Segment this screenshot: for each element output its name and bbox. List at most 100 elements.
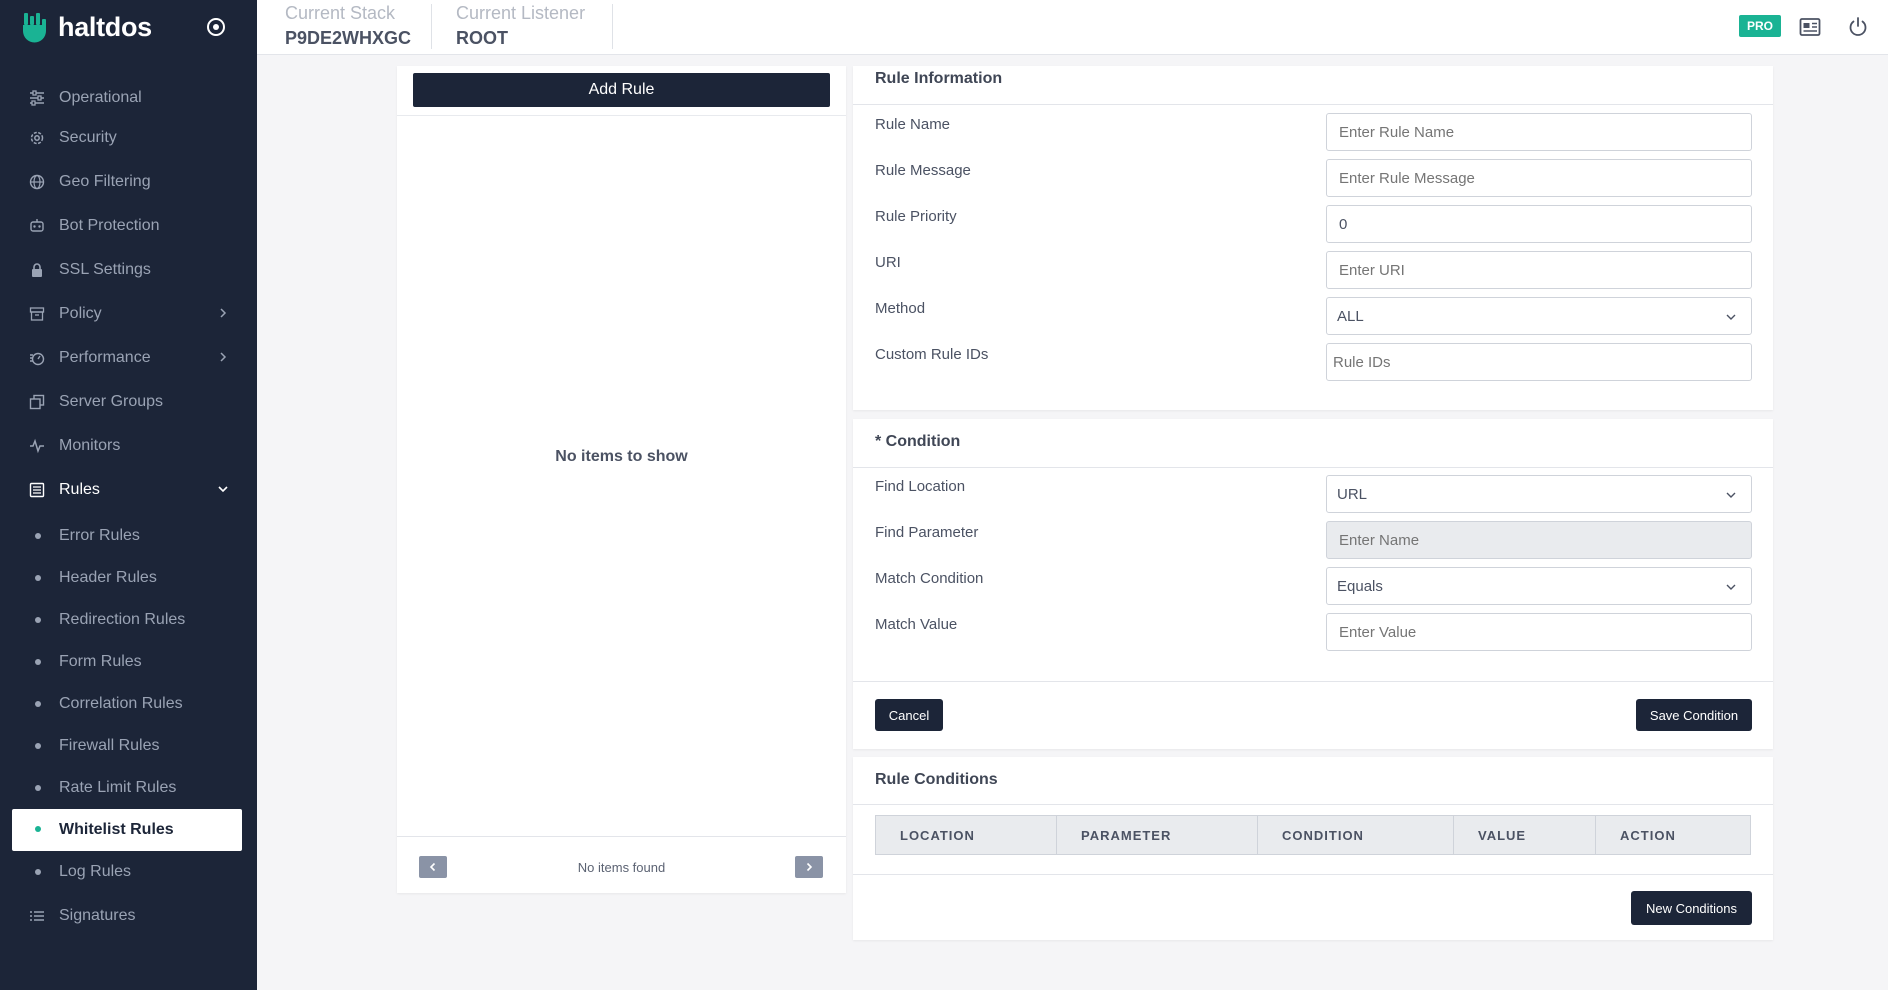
- uri-input[interactable]: [1326, 251, 1752, 289]
- sidebar-subitem-error-rules[interactable]: Error Rules: [0, 516, 257, 556]
- rules-list-panel: Add Rule No items to show No items found: [397, 66, 846, 893]
- sidebar-item-server-groups[interactable]: Server Groups: [0, 382, 257, 422]
- divider: [853, 874, 1773, 875]
- sidebar-item-bot-protection[interactable]: Bot Protection: [0, 206, 257, 246]
- divider: [853, 467, 1773, 468]
- bullet-icon: [35, 826, 41, 832]
- sidebar-subitem-label: Whitelist Rules: [59, 821, 174, 838]
- rule-conditions-card: Rule Conditions LOCATION PARAMETER CONDI…: [853, 757, 1773, 940]
- empty-state-text: No items to show: [555, 448, 688, 465]
- uri-label: URI: [875, 254, 901, 271]
- brand[interactable]: haltdos: [0, 0, 257, 55]
- chevron-down-icon: [1726, 492, 1736, 498]
- sidebar: haltdos Operational Security Geo Filteri…: [0, 0, 257, 990]
- custom-rule-ids-input[interactable]: [1326, 343, 1752, 381]
- sidebar-item-label: Signatures: [59, 907, 136, 924]
- rule-priority-input[interactable]: 0: [1326, 205, 1752, 243]
- column-header[interactable]: ACTION: [1596, 816, 1750, 854]
- sidebar-item-operational[interactable]: Operational: [0, 78, 257, 118]
- custom-rule-ids-label: Custom Rule IDs: [875, 346, 989, 363]
- sidebar-subitem-label: Firewall Rules: [59, 737, 160, 754]
- sidebar-item-security[interactable]: Security: [0, 118, 257, 158]
- archive-icon: [28, 305, 46, 323]
- current-stack-label: Current Stack: [285, 3, 396, 23]
- bullet-icon: [35, 785, 41, 791]
- card-title: Rule Information: [875, 70, 1003, 87]
- sidebar-item-geo-filtering[interactable]: Geo Filtering: [0, 162, 257, 202]
- sidebar-item-label: Bot Protection: [59, 217, 160, 234]
- method-label: Method: [875, 300, 926, 317]
- sidebar-item-label: SSL Settings: [59, 261, 151, 278]
- match-condition-select[interactable]: Equals: [1326, 567, 1752, 605]
- rule-name-label: Rule Name: [875, 116, 951, 133]
- power-icon[interactable]: [1847, 16, 1869, 38]
- sidebar-subitem-form-rules[interactable]: Form Rules: [0, 642, 257, 682]
- current-listener[interactable]: Current Listener ROOT: [456, 3, 585, 49]
- column-header[interactable]: PARAMETER: [1057, 816, 1258, 854]
- current-stack[interactable]: Current Stack P9DE2WHXGC: [285, 3, 411, 49]
- news-icon[interactable]: [1799, 16, 1821, 38]
- conditions-table-header: LOCATION PARAMETER CONDITION VALUE ACTIO…: [875, 815, 1751, 855]
- sidebar-subitem-correlation-rules[interactable]: Correlation Rules: [0, 684, 257, 724]
- column-header[interactable]: CONDITION: [1258, 816, 1454, 854]
- method-select-value: ALL: [1337, 307, 1364, 325]
- find-location-value: URL: [1337, 485, 1368, 503]
- sidebar-item-label: Server Groups: [59, 393, 164, 410]
- header-divider: [612, 4, 613, 49]
- sidebar-item-performance[interactable]: Performance: [0, 338, 257, 378]
- add-rule-button[interactable]: Add Rule: [413, 73, 830, 107]
- rule-message-input[interactable]: [1326, 159, 1752, 197]
- chevron-right-icon: [806, 862, 813, 872]
- sidebar-subitem-firewall-rules[interactable]: Firewall Rules: [0, 726, 257, 766]
- settings-circle-icon[interactable]: [206, 17, 226, 37]
- sidebar-subitem-header-rules[interactable]: Header Rules: [0, 558, 257, 598]
- bullet-icon: [35, 617, 41, 623]
- sidebar-item-signatures[interactable]: Signatures: [0, 896, 257, 936]
- rule-priority-label: Rule Priority: [875, 208, 957, 225]
- column-header[interactable]: LOCATION: [876, 816, 1057, 854]
- current-listener-value: ROOT: [456, 28, 508, 48]
- top-header: Current Stack P9DE2WHXGC Current Listene…: [257, 0, 1888, 55]
- divider: [397, 115, 846, 116]
- match-condition-value: Equals: [1337, 577, 1383, 595]
- pulse-icon: [28, 437, 46, 455]
- rule-message-label: Rule Message: [875, 162, 971, 179]
- sidebar-subitem-label: Log Rules: [59, 863, 132, 880]
- sidebar-subitem-redirection-rules[interactable]: Redirection Rules: [0, 600, 257, 640]
- haltdos-logo-icon: [23, 12, 46, 42]
- next-page-button[interactable]: [795, 856, 823, 878]
- sidebar-subitem-log-rules[interactable]: Log Rules: [0, 852, 257, 892]
- list-pagination: No items found: [397, 836, 846, 893]
- header-divider: [431, 4, 432, 49]
- card-title: * Condition: [875, 433, 961, 450]
- match-condition-label: Match Condition: [875, 570, 984, 587]
- sidebar-item-policy[interactable]: Policy: [0, 294, 257, 334]
- lock-icon: [28, 261, 46, 279]
- match-value-input[interactable]: [1326, 613, 1752, 651]
- sidebar-item-label: Security: [59, 129, 117, 146]
- sidebar-subitem-whitelist-rules[interactable]: Whitelist Rules: [12, 809, 242, 851]
- bullet-icon: [35, 701, 41, 707]
- sidebar-subitem-label: Rate Limit Rules: [59, 779, 177, 796]
- sidebar-item-ssl-settings[interactable]: SSL Settings: [0, 250, 257, 290]
- sidebar-subitem-rate-limit-rules[interactable]: Rate Limit Rules: [0, 768, 257, 808]
- chevron-right-icon: [220, 308, 227, 318]
- column-header[interactable]: VALUE: [1454, 816, 1596, 854]
- sidebar-subitem-label: Redirection Rules: [59, 611, 186, 628]
- cancel-button[interactable]: Cancel: [875, 699, 943, 731]
- copy-icon: [28, 393, 46, 411]
- sidebar-item-rules[interactable]: Rules: [0, 470, 257, 510]
- new-conditions-button[interactable]: New Conditions: [1631, 891, 1752, 925]
- list-icon: [28, 481, 46, 499]
- pagination-status: No items found: [577, 860, 666, 875]
- find-parameter-input[interactable]: [1326, 521, 1752, 559]
- rule-name-input[interactable]: [1326, 113, 1752, 151]
- sidebar-item-monitors[interactable]: Monitors: [0, 426, 257, 466]
- method-select[interactable]: ALL: [1326, 297, 1752, 335]
- sliders-icon: [28, 89, 46, 107]
- divider: [853, 804, 1773, 805]
- chevron-down-icon: [1726, 314, 1736, 320]
- find-location-select[interactable]: URL: [1326, 475, 1752, 513]
- save-condition-button[interactable]: Save Condition: [1636, 699, 1752, 731]
- condition-card: * Condition Find Location URL Find Param…: [853, 419, 1773, 749]
